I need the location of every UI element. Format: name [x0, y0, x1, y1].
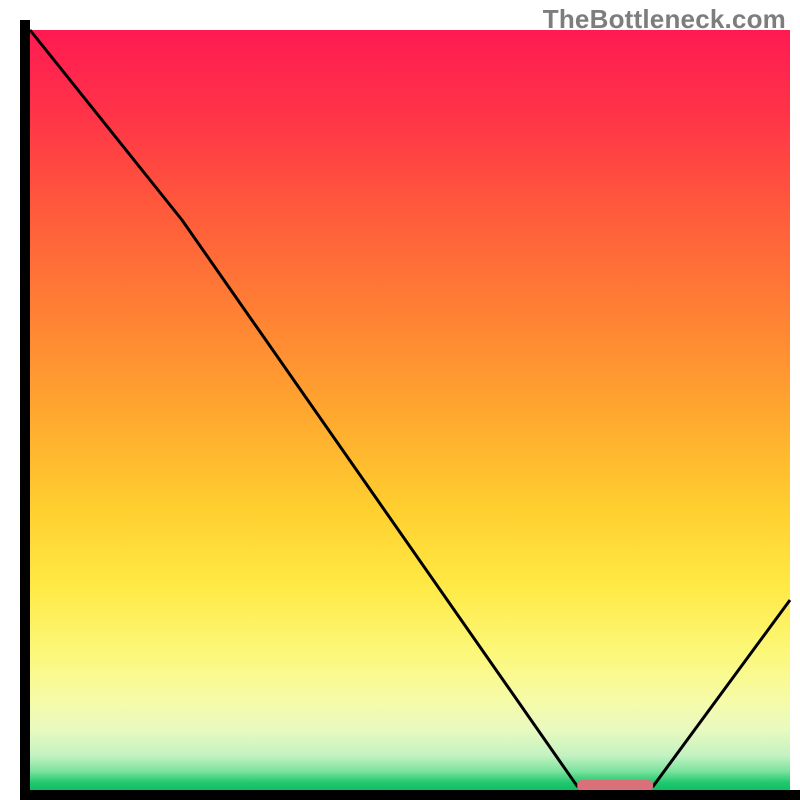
watermark-text: TheBottleneck.com	[543, 4, 786, 35]
highlight-marker	[577, 780, 653, 791]
plot-background	[30, 30, 790, 790]
chart-container: TheBottleneck.com	[0, 0, 800, 800]
bottleneck-chart	[0, 0, 800, 800]
